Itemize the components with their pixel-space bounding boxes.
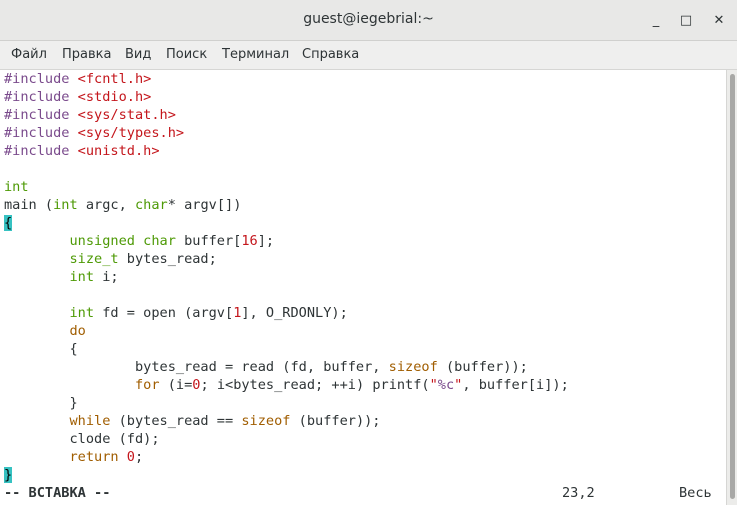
menu-terminal[interactable]: Терминал bbox=[222, 47, 289, 62]
code-line: return 0; bbox=[69, 449, 144, 465]
close-icon: ✕ bbox=[713, 12, 725, 28]
title-bar[interactable]: guest@iegebrial:~ _ □ ✕ bbox=[0, 0, 737, 41]
menu-search[interactable]: Поиск bbox=[166, 47, 207, 62]
code-line: bytes_read = read (fd, buffer, sizeof (b… bbox=[134, 359, 528, 375]
code-line: do bbox=[69, 323, 86, 339]
code-line: #include <stdio.h> bbox=[4, 89, 152, 105]
code-line: #include <sys/types.h> bbox=[4, 125, 185, 141]
menu-file[interactable]: Файл bbox=[11, 47, 47, 62]
code-line: #include <fcntl.h> bbox=[4, 71, 152, 87]
code-line: unsigned char buffer[16]; bbox=[69, 233, 275, 249]
code-line: { bbox=[4, 214, 13, 232]
code-line: int bbox=[4, 179, 29, 195]
cursor-position: 23,2 bbox=[562, 485, 595, 501]
code-line: while (bytes_read == sizeof (buffer)); bbox=[69, 413, 381, 429]
code-line: clode (fd); bbox=[69, 431, 160, 447]
maximize-button[interactable]: □ bbox=[677, 11, 695, 29]
code-line: } bbox=[4, 466, 13, 484]
terminal-text-area[interactable]: #include <fcntl.h> #include <stdio.h> #i… bbox=[0, 70, 726, 505]
code-line: for (i=0; i<bytes_read; ++i) printf("%c"… bbox=[134, 377, 569, 393]
code-line: } bbox=[69, 395, 78, 411]
vim-mode-indicator: -- ВСТАВКА -- bbox=[4, 485, 111, 501]
minimize-icon: _ bbox=[652, 12, 660, 28]
menu-help[interactable]: Справка bbox=[302, 47, 359, 62]
code-line: #include <sys/stat.h> bbox=[4, 107, 176, 123]
window-title: guest@iegebrial:~ bbox=[303, 11, 434, 27]
close-button[interactable]: ✕ bbox=[710, 11, 728, 29]
scrollbar[interactable] bbox=[726, 70, 737, 505]
code-line: main (int argc, char* argv[]) bbox=[4, 197, 242, 213]
code-line: int i; bbox=[69, 269, 119, 285]
code-line: #include <unistd.h> bbox=[4, 143, 160, 159]
maximize-icon: □ bbox=[679, 12, 693, 28]
text-cursor: } bbox=[4, 467, 13, 483]
code-line: { bbox=[69, 341, 78, 357]
code-line: int fd = open (argv[1], O_RDONLY); bbox=[69, 305, 348, 321]
scrollbar-thumb[interactable] bbox=[730, 74, 735, 499]
menu-view[interactable]: Вид bbox=[125, 47, 151, 62]
minimize-button[interactable]: _ bbox=[647, 11, 665, 29]
menu-edit[interactable]: Правка bbox=[62, 47, 111, 62]
menu-bar: Файл Правка Вид Поиск Терминал Справка bbox=[0, 41, 737, 70]
scroll-indicator: Весь bbox=[679, 485, 712, 501]
code-line: size_t bytes_read; bbox=[69, 251, 217, 267]
matched-brace: { bbox=[4, 215, 13, 231]
terminal-window: guest@iegebrial:~ _ □ ✕ Файл Правка Вид … bbox=[0, 0, 737, 505]
